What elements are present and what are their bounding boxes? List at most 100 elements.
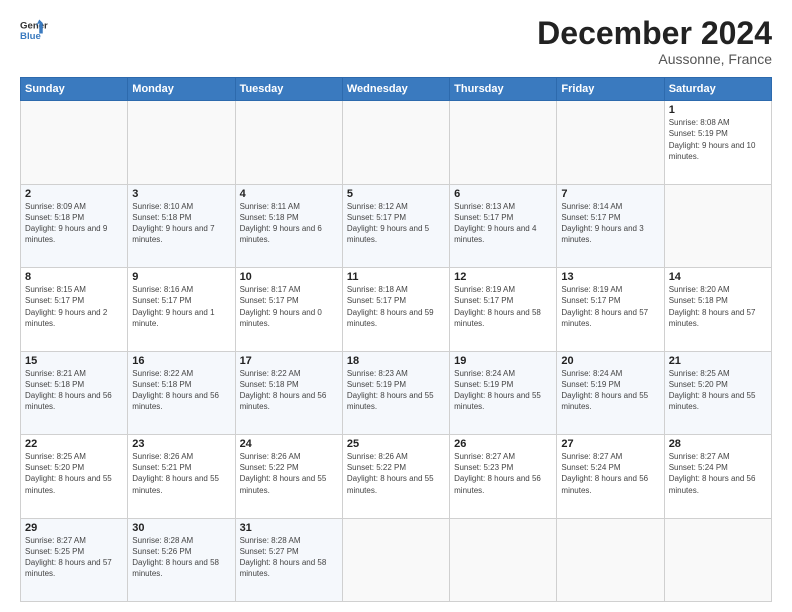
day-cell-20: 20Sunrise: 8:24 AM Sunset: 5:19 PM Dayli… — [557, 351, 664, 434]
day-cell-22: 22Sunrise: 8:25 AM Sunset: 5:20 PM Dayli… — [21, 435, 128, 518]
day-number: 11 — [347, 271, 445, 283]
day-cell-25: 25Sunrise: 8:26 AM Sunset: 5:22 PM Dayli… — [342, 435, 449, 518]
day-cell-10: 10Sunrise: 8:17 AM Sunset: 5:17 PM Dayli… — [235, 268, 342, 351]
day-info: Sunrise: 8:22 AM Sunset: 5:18 PM Dayligh… — [132, 368, 230, 413]
header: General Blue December 2024 Aussonne, Fra… — [20, 16, 772, 67]
col-header-friday: Friday — [557, 78, 664, 101]
day-number: 6 — [454, 188, 552, 200]
day-info: Sunrise: 8:27 AM Sunset: 5:24 PM Dayligh… — [561, 451, 659, 496]
day-info: Sunrise: 8:27 AM Sunset: 5:25 PM Dayligh… — [25, 535, 123, 580]
day-cell-16: 16Sunrise: 8:22 AM Sunset: 5:18 PM Dayli… — [128, 351, 235, 434]
day-number: 13 — [561, 271, 659, 283]
day-cell-27: 27Sunrise: 8:27 AM Sunset: 5:24 PM Dayli… — [557, 435, 664, 518]
day-info: Sunrise: 8:26 AM Sunset: 5:21 PM Dayligh… — [132, 451, 230, 496]
day-cell-3: 3Sunrise: 8:10 AM Sunset: 5:18 PM Daylig… — [128, 184, 235, 267]
week-row-3: 8Sunrise: 8:15 AM Sunset: 5:17 PM Daylig… — [21, 268, 772, 351]
col-header-saturday: Saturday — [664, 78, 771, 101]
day-cell-2: 2Sunrise: 8:09 AM Sunset: 5:18 PM Daylig… — [21, 184, 128, 267]
empty-cell — [450, 101, 557, 184]
day-number: 18 — [347, 355, 445, 367]
day-cell-9: 9Sunrise: 8:16 AM Sunset: 5:17 PM Daylig… — [128, 268, 235, 351]
day-info: Sunrise: 8:23 AM Sunset: 5:19 PM Dayligh… — [347, 368, 445, 413]
day-number: 17 — [240, 355, 338, 367]
logo: General Blue — [20, 16, 48, 44]
svg-text:General: General — [20, 20, 48, 31]
empty-cell — [342, 101, 449, 184]
week-row-6: 29Sunrise: 8:27 AM Sunset: 5:25 PM Dayli… — [21, 518, 772, 601]
empty-cell — [21, 101, 128, 184]
col-header-sunday: Sunday — [21, 78, 128, 101]
day-number: 23 — [132, 438, 230, 450]
day-info: Sunrise: 8:12 AM Sunset: 5:17 PM Dayligh… — [347, 201, 445, 246]
day-number: 22 — [25, 438, 123, 450]
empty-cell — [450, 518, 557, 601]
day-info: Sunrise: 8:16 AM Sunset: 5:17 PM Dayligh… — [132, 284, 230, 329]
day-number: 31 — [240, 522, 338, 534]
day-info: Sunrise: 8:09 AM Sunset: 5:18 PM Dayligh… — [25, 201, 123, 246]
day-cell-13: 13Sunrise: 8:19 AM Sunset: 5:17 PM Dayli… — [557, 268, 664, 351]
day-info: Sunrise: 8:18 AM Sunset: 5:17 PM Dayligh… — [347, 284, 445, 329]
day-number: 27 — [561, 438, 659, 450]
day-cell-30: 30Sunrise: 8:28 AM Sunset: 5:26 PM Dayli… — [128, 518, 235, 601]
empty-cell — [342, 518, 449, 601]
empty-cell — [664, 184, 771, 267]
col-header-tuesday: Tuesday — [235, 78, 342, 101]
day-number: 14 — [669, 271, 767, 283]
day-info: Sunrise: 8:24 AM Sunset: 5:19 PM Dayligh… — [561, 368, 659, 413]
day-info: Sunrise: 8:26 AM Sunset: 5:22 PM Dayligh… — [240, 451, 338, 496]
day-cell-17: 17Sunrise: 8:22 AM Sunset: 5:18 PM Dayli… — [235, 351, 342, 434]
week-row-5: 22Sunrise: 8:25 AM Sunset: 5:20 PM Dayli… — [21, 435, 772, 518]
empty-cell — [557, 101, 664, 184]
day-number: 3 — [132, 188, 230, 200]
day-number: 10 — [240, 271, 338, 283]
day-cell-14: 14Sunrise: 8:20 AM Sunset: 5:18 PM Dayli… — [664, 268, 771, 351]
day-number: 25 — [347, 438, 445, 450]
day-number: 19 — [454, 355, 552, 367]
empty-cell — [557, 518, 664, 601]
day-cell-26: 26Sunrise: 8:27 AM Sunset: 5:23 PM Dayli… — [450, 435, 557, 518]
month-title: December 2024 — [537, 16, 772, 51]
day-info: Sunrise: 8:26 AM Sunset: 5:22 PM Dayligh… — [347, 451, 445, 496]
day-number: 16 — [132, 355, 230, 367]
day-cell-21: 21Sunrise: 8:25 AM Sunset: 5:20 PM Dayli… — [664, 351, 771, 434]
day-info: Sunrise: 8:10 AM Sunset: 5:18 PM Dayligh… — [132, 201, 230, 246]
day-number: 12 — [454, 271, 552, 283]
day-info: Sunrise: 8:13 AM Sunset: 5:17 PM Dayligh… — [454, 201, 552, 246]
day-cell-28: 28Sunrise: 8:27 AM Sunset: 5:24 PM Dayli… — [664, 435, 771, 518]
col-header-monday: Monday — [128, 78, 235, 101]
day-cell-5: 5Sunrise: 8:12 AM Sunset: 5:17 PM Daylig… — [342, 184, 449, 267]
week-row-1: 1Sunrise: 8:08 AM Sunset: 5:19 PM Daylig… — [21, 101, 772, 184]
day-cell-31: 31Sunrise: 8:28 AM Sunset: 5:27 PM Dayli… — [235, 518, 342, 601]
day-number: 1 — [669, 104, 767, 116]
location: Aussonne, France — [537, 51, 772, 67]
day-info: Sunrise: 8:25 AM Sunset: 5:20 PM Dayligh… — [25, 451, 123, 496]
col-header-wednesday: Wednesday — [342, 78, 449, 101]
day-info: Sunrise: 8:28 AM Sunset: 5:26 PM Dayligh… — [132, 535, 230, 580]
day-info: Sunrise: 8:11 AM Sunset: 5:18 PM Dayligh… — [240, 201, 338, 246]
day-info: Sunrise: 8:28 AM Sunset: 5:27 PM Dayligh… — [240, 535, 338, 580]
empty-cell — [235, 101, 342, 184]
day-number: 5 — [347, 188, 445, 200]
day-number: 29 — [25, 522, 123, 534]
day-number: 28 — [669, 438, 767, 450]
day-cell-1: 1Sunrise: 8:08 AM Sunset: 5:19 PM Daylig… — [664, 101, 771, 184]
day-cell-18: 18Sunrise: 8:23 AM Sunset: 5:19 PM Dayli… — [342, 351, 449, 434]
empty-cell — [128, 101, 235, 184]
day-cell-19: 19Sunrise: 8:24 AM Sunset: 5:19 PM Dayli… — [450, 351, 557, 434]
day-number: 21 — [669, 355, 767, 367]
day-info: Sunrise: 8:17 AM Sunset: 5:17 PM Dayligh… — [240, 284, 338, 329]
day-cell-24: 24Sunrise: 8:26 AM Sunset: 5:22 PM Dayli… — [235, 435, 342, 518]
day-info: Sunrise: 8:08 AM Sunset: 5:19 PM Dayligh… — [669, 117, 767, 162]
day-info: Sunrise: 8:27 AM Sunset: 5:23 PM Dayligh… — [454, 451, 552, 496]
day-cell-4: 4Sunrise: 8:11 AM Sunset: 5:18 PM Daylig… — [235, 184, 342, 267]
day-cell-7: 7Sunrise: 8:14 AM Sunset: 5:17 PM Daylig… — [557, 184, 664, 267]
day-number: 15 — [25, 355, 123, 367]
empty-cell — [664, 518, 771, 601]
day-cell-29: 29Sunrise: 8:27 AM Sunset: 5:25 PM Dayli… — [21, 518, 128, 601]
day-number: 9 — [132, 271, 230, 283]
day-info: Sunrise: 8:19 AM Sunset: 5:17 PM Dayligh… — [561, 284, 659, 329]
day-info: Sunrise: 8:27 AM Sunset: 5:24 PM Dayligh… — [669, 451, 767, 496]
page: General Blue December 2024 Aussonne, Fra… — [0, 0, 792, 612]
day-cell-8: 8Sunrise: 8:15 AM Sunset: 5:17 PM Daylig… — [21, 268, 128, 351]
day-info: Sunrise: 8:14 AM Sunset: 5:17 PM Dayligh… — [561, 201, 659, 246]
